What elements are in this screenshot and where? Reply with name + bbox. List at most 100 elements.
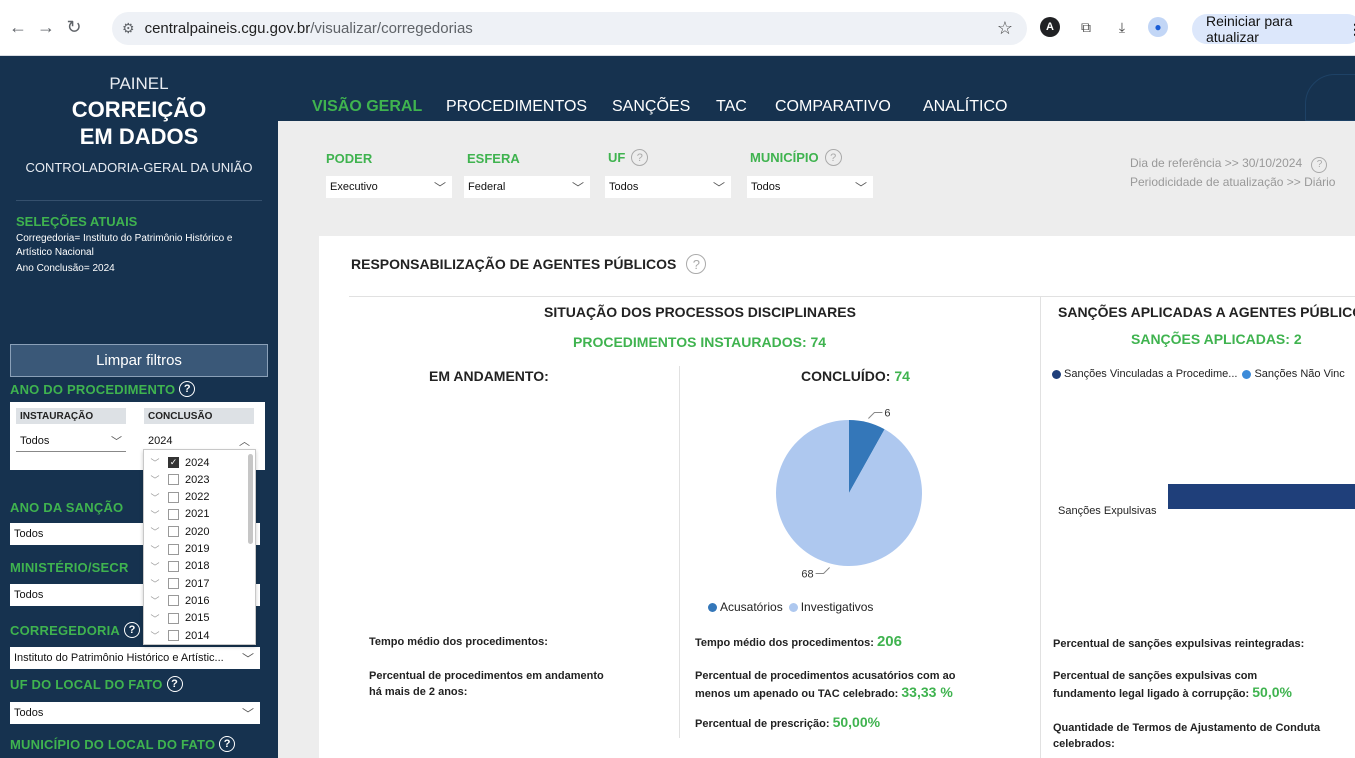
responsabilizacao-card: RESPONSABILIZAÇÃO DE AGENTES PÚBLICOS? S… [319, 236, 1355, 758]
extensions-puzzle-icon[interactable]: ⧉ [1076, 17, 1096, 37]
tab-comparativo[interactable]: COMPARATIVO [775, 98, 891, 116]
expand-chevron-icon[interactable]: ﹀ [148, 577, 162, 590]
tab-sancoes[interactable]: SANÇÕES [612, 98, 690, 116]
checkbox[interactable] [168, 595, 179, 607]
concluido-value: 74 [894, 368, 910, 384]
back-icon[interactable]: ← [4, 17, 32, 38]
reference-info: Dia de referência >> 30/10/2024 ? Period… [1130, 154, 1335, 191]
pct-andamento: Percentual de procedimentos em andamento… [369, 668, 604, 700]
extension-a-icon[interactable]: A [1040, 17, 1060, 37]
profile-avatar-icon[interactable]: ● [1148, 17, 1168, 37]
checkbox[interactable]: ✓ [168, 457, 179, 468]
sidebar: PAINEL CORREIÇÃO EM DADOS CONTROLADORIA-… [0, 56, 278, 758]
year-option[interactable]: ﹀ ✓ 2024 [144, 454, 255, 471]
legend-nao-vinculadas: Sanções Não Vinc [1254, 368, 1345, 380]
help-icon[interactable]: ? [124, 622, 141, 638]
year-option[interactable]: ﹀ 2020 [144, 523, 255, 540]
conclusao-year-dropdown[interactable]: ﹀ ✓ 2024 ﹀ 2023 ﹀ 2022 ﹀ 2021 ﹀ 2020 ﹀ 2019 ﹀ 2018 ﹀ 201… [143, 449, 256, 645]
ano-sancao-value: Todos [14, 528, 44, 540]
expand-chevron-icon[interactable]: ﹀ [148, 612, 162, 625]
municipio-label: MUNICÍPIO? [750, 149, 842, 166]
checkbox[interactable] [168, 612, 179, 624]
tab-analitico[interactable]: ANALÍTICO [923, 98, 1007, 116]
more-menu-icon[interactable]: ⋮ [1348, 21, 1355, 38]
year-option-label: 2022 [185, 491, 210, 504]
year-option[interactable]: ﹀ 2022 [144, 489, 255, 506]
checkbox[interactable] [168, 474, 179, 486]
help-icon[interactable]: ? [631, 149, 649, 166]
clear-filters-button[interactable]: Limpar filtros [10, 344, 268, 377]
year-option[interactable]: ﹀ 2018 [144, 558, 255, 575]
checkbox[interactable] [168, 560, 179, 572]
pie-data-label: 68 [801, 569, 813, 581]
esfera-select[interactable]: Federal ﹀ [464, 176, 590, 198]
ano-procedimento-text: ANO DO PROCEDIMENTO [10, 381, 176, 397]
current-selections-title: SELEÇÕES ATUAIS [16, 214, 138, 229]
chevron-down-icon: ﹀ [712, 181, 725, 195]
expand-chevron-icon[interactable]: ﹀ [148, 491, 162, 504]
year-option[interactable]: ﹀ 2019 [144, 541, 255, 558]
expand-chevron-icon[interactable]: ﹀ [148, 508, 162, 521]
uf-label-text: UF [608, 150, 626, 165]
expand-chevron-icon[interactable]: ﹀ [148, 525, 162, 538]
chevron-down-icon: ﹀ [241, 707, 254, 721]
site-settings-icon[interactable]: ⚙ [122, 20, 135, 37]
help-icon[interactable]: ? [219, 736, 236, 752]
tab-tac[interactable]: TAC [716, 98, 747, 116]
checkbox[interactable] [168, 526, 179, 538]
instauracao-select[interactable]: Todos ﹀ [16, 430, 126, 452]
sancoes-aplicadas: SANÇÕES APLICADAS: 2 [1131, 331, 1302, 347]
municipio-select[interactable]: Todos ﹀ [747, 176, 873, 198]
pct-corrupcao-line2: fundamento legal ligado à corrupção: [1053, 688, 1250, 700]
selection-line: Artístico Nacional [16, 247, 94, 258]
poder-select[interactable]: Executivo ﹀ [326, 176, 452, 198]
pct-acusatorios-line2: menos um apenado ou TAC celebrado: [695, 688, 899, 700]
help-icon[interactable]: ? [824, 149, 842, 166]
expand-chevron-icon[interactable]: ﹀ [148, 629, 162, 642]
year-option[interactable]: ﹀ 2016 [144, 592, 255, 609]
year-option[interactable]: ﹀ 2015 [144, 610, 255, 627]
situacao-title: SITUAÇÃO DOS PROCESSOS DISCIPLINARES [544, 304, 856, 320]
pct-prescricao: Percentual de prescrição: 50,00% [695, 714, 880, 732]
year-option[interactable]: ﹀ 2014 [144, 627, 255, 644]
municipio-label-text: MUNICÍPIO [750, 150, 819, 165]
tab-visao-geral[interactable]: VISÃO GERAL [312, 98, 422, 116]
expand-chevron-icon[interactable]: ﹀ [148, 594, 162, 607]
expand-chevron-icon[interactable]: ﹀ [148, 560, 162, 573]
help-icon[interactable]: ? [179, 381, 196, 397]
year-option[interactable]: ﹀ 2021 [144, 506, 255, 523]
help-icon[interactable]: ? [1311, 157, 1328, 173]
address-bar[interactable]: ⚙ centralpaineis.cgu.gov.br/visualizar/c… [112, 12, 1027, 45]
bookmark-star-icon[interactable]: ☆ [997, 18, 1013, 39]
year-option[interactable]: ﹀ 2017 [144, 575, 255, 592]
expand-chevron-icon[interactable]: ﹀ [148, 473, 162, 486]
top-navigation: VISÃO GERAL PROCEDIMENTOS SANÇÕES TAC CO… [278, 56, 1355, 121]
help-icon[interactable]: ? [166, 676, 183, 692]
pie-slice-investigativos[interactable] [776, 420, 922, 566]
legend-dot-nao-vinculadas [1242, 369, 1252, 379]
help-icon[interactable]: ? [686, 254, 707, 274]
tempo-medio-concluido-value: 206 [876, 633, 902, 650]
restart-update-button[interactable]: Reiniciar para atualizar ⋮ [1192, 13, 1355, 45]
checkbox[interactable] [168, 508, 179, 520]
checkbox[interactable] [168, 491, 179, 503]
corregedoria-select[interactable]: Instituto do Patrimônio Histórico e Artí… [10, 647, 260, 669]
expand-chevron-icon[interactable]: ﹀ [148, 543, 162, 556]
checkbox[interactable] [168, 543, 179, 555]
expand-chevron-icon[interactable]: ﹀ [148, 456, 162, 469]
checkbox[interactable] [168, 578, 179, 590]
uf-label: UF? [608, 149, 649, 166]
tab-procedimentos[interactable]: PROCEDIMENTOS [446, 98, 587, 116]
uf-local-select[interactable]: Todos ﹀ [10, 702, 260, 724]
year-option[interactable]: ﹀ 2023 [144, 471, 255, 488]
download-icon[interactable]: ⤓ [1112, 17, 1132, 37]
pct-corrupcao-line1: Percentual de sanções expulsivas com [1053, 670, 1258, 682]
ministerio-value: Todos [14, 589, 44, 601]
pie-legend: Acusatórios Investigativos [708, 600, 873, 614]
forward-icon[interactable]: → [32, 17, 60, 38]
chevron-down-icon: ﹀ [111, 436, 122, 448]
checkbox[interactable] [168, 630, 179, 641]
uf-select[interactable]: Todos ﹀ [605, 176, 731, 198]
chevron-down-icon: ﹀ [854, 181, 867, 195]
reload-icon[interactable]: ↻ [60, 17, 88, 38]
